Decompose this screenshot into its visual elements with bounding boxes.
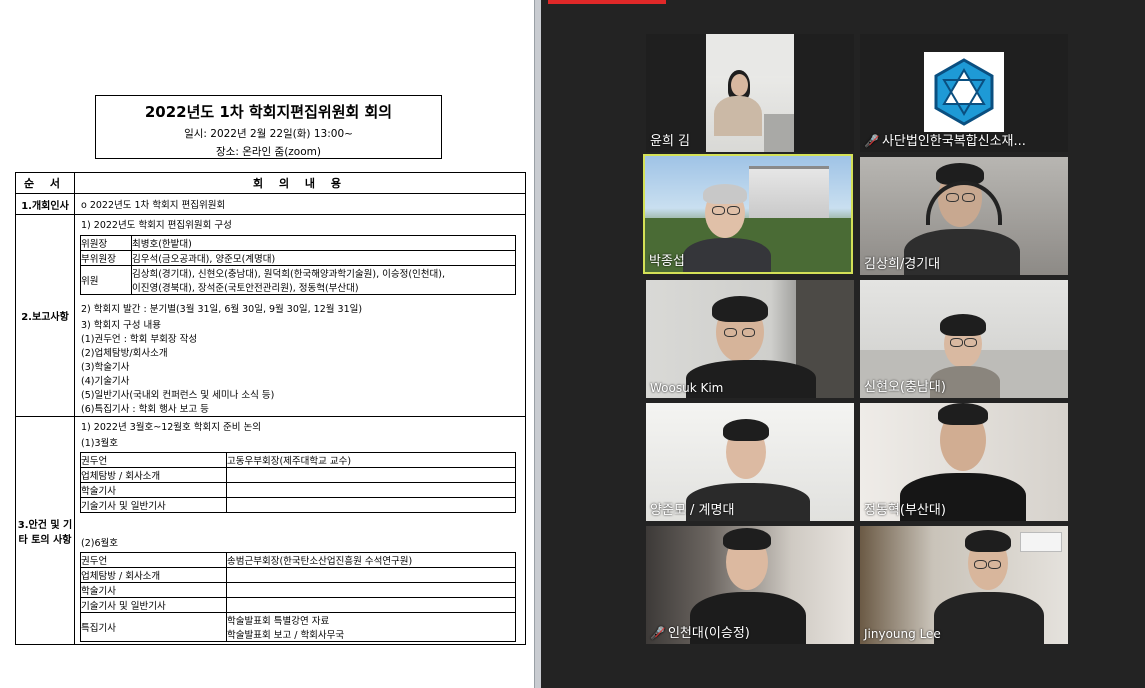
microphone-muted-icon: 🎤̸ — [650, 626, 665, 640]
march-value — [226, 482, 516, 498]
recording-indicator-bar — [548, 0, 666, 4]
march-key: 업체탐방 / 회사소개 — [80, 467, 227, 483]
video-tile[interactable]: Woosuk Kim — [646, 280, 854, 398]
march-table: 권두언 고동우부회장(제주대학교 교수) 업체탐방 / 회사소개 학술기사 기술기… — [80, 452, 516, 513]
section-line: (6)특집기사 : 학회 행사 보고 등 — [81, 404, 209, 415]
section-line: (1)권두언 : 학회 부회장 작성 — [81, 334, 198, 345]
march-key: 기술기사 및 일반기사 — [80, 497, 227, 513]
participant-name-row: 🎤̸ 사단법인한국복합신소재... — [864, 130, 1026, 149]
section-line: (1)3월호 — [81, 438, 118, 449]
section-line: 3) 학회지 구성 내용 — [81, 320, 161, 331]
committee-role: 부위원장 — [80, 250, 132, 266]
split-divider[interactable] — [534, 0, 541, 688]
june-table: 권두언 송범근부회장(한국탄소산업진흥원 수석연구원) 업체탐방 / 회사소개 학… — [80, 552, 516, 642]
video-tile-active[interactable]: 박종섭 — [643, 154, 853, 274]
header-content: 회 의 내 용 — [74, 172, 526, 194]
committee-members: 김상희(경기대), 신현오(충남대), 원덕희(한국해양과학기술원), 이승정(… — [132, 269, 445, 280]
committee-members-cont: 이진영(경북대), 장석준(국토안전관리원), 정동혁(부산대) — [132, 283, 359, 294]
june-value: 학술발표회 특별강연 자료 — [227, 616, 330, 627]
video-tile[interactable]: 김상희/경기대 — [860, 157, 1068, 275]
section-line: (4)기술기사 — [81, 376, 130, 387]
section-name: 3.안건 및 기타 토의 사항 — [15, 416, 75, 645]
participant-name: 인천대(이승정) — [667, 626, 750, 641]
meeting-title: 2022년도 1차 학회지편집위원회 회의 — [144, 103, 393, 121]
march-key: 학술기사 — [80, 482, 227, 498]
video-tile[interactable]: 🎤̸ 인천대(이승정) — [646, 526, 854, 644]
june-key: 업체탐방 / 회사소개 — [80, 567, 227, 583]
section-line: (5)일반기사(국내외 컨퍼런스 및 세미나 소식 등) — [81, 390, 275, 401]
section-line: (2)6월호 — [81, 538, 118, 549]
participant-name: 신현오(충남대) — [864, 380, 946, 395]
june-value — [226, 597, 516, 613]
june-key: 학술기사 — [80, 582, 227, 598]
video-tile[interactable]: 신현오(충남대) — [860, 280, 1068, 398]
participant-name: 윤희 김 — [650, 134, 691, 149]
video-tile[interactable]: 양준모 / 계명대 — [646, 403, 854, 521]
microphone-muted-icon: 🎤̸ — [864, 134, 879, 148]
participant-name-row: 🎤̸ 인천대(이승정) — [650, 622, 750, 641]
march-key: 권두언 — [80, 452, 227, 468]
march-value: 고동우부회장(제주대학교 교수) — [226, 452, 516, 468]
section-line: (3)학술기사 — [81, 362, 130, 373]
june-key: 기술기사 및 일반기사 — [80, 597, 227, 613]
video-tile[interactable]: 정동혁(부산대) — [860, 403, 1068, 521]
committee-table: 위원장 최병호(한밭대) 부위원장 김우석(금오공과대), 양준모(계명대) 위원 김… — [80, 235, 516, 295]
participant-name: 박종섭 — [649, 254, 685, 269]
june-value — [226, 582, 516, 598]
june-value: 송범근부회장(한국탄소산업진흥원 수석연구원) — [226, 552, 516, 568]
section-line: 2) 학회지 발간 : 분기별(3월 31일, 6월 30일, 9월 30일, … — [81, 304, 363, 315]
june-value — [226, 567, 516, 583]
participant-name: 김상희/경기대 — [864, 257, 941, 272]
march-value — [226, 467, 516, 483]
committee-role: 위원 — [80, 265, 132, 295]
section-name: 1.개회인사 — [15, 193, 75, 215]
shared-document: 2022년도 1차 학회지편집위원회 회의 일시: 2022년 2월 22일(화… — [0, 0, 534, 688]
agenda-table: 순 서 회 의 내 용 1.개회인사 o 2022년도 1차 학회지 편집위원회… — [15, 172, 526, 645]
meeting-title-box: 2022년도 1차 학회지편집위원회 회의 일시: 2022년 2월 22일(화… — [95, 95, 442, 159]
section-line: (2)업체탐방/회사소개 — [81, 348, 168, 359]
participant-name: 사단법인한국복합신소재... — [881, 134, 1026, 149]
march-value — [226, 497, 516, 513]
video-tile[interactable]: 윤희 김 — [646, 34, 854, 152]
committee-members: 최병호(한밭대) — [131, 235, 516, 251]
june-key: 권두언 — [80, 552, 227, 568]
section-line: o 2022년도 1차 학회지 편집위원회 — [81, 200, 226, 211]
hexagon-logo-icon — [934, 58, 994, 126]
video-tile[interactable]: 🎤̸ 사단법인한국복합신소재... — [860, 34, 1068, 152]
participant-name: 양준모 / 계명대 — [650, 503, 735, 518]
committee-role: 위원장 — [80, 235, 132, 251]
meeting-place: 장소: 온라인 줌(zoom) — [216, 146, 321, 158]
section-line: 1) 2022년 3월호~12월호 학회지 준비 논의 — [81, 422, 261, 433]
june-value-cont: 학술발표회 보고 / 학회사무국 — [227, 630, 345, 641]
header-order: 순 서 — [15, 172, 75, 194]
june-key: 특집기사 — [80, 612, 227, 642]
participant-name: Jinyoung Lee — [864, 627, 941, 641]
section-line: 1) 2022년도 학회지 편집위원회 구성 — [81, 220, 232, 231]
participant-name: 정동혁(부산대) — [864, 503, 946, 518]
participant-name: Woosuk Kim — [650, 381, 724, 395]
section-name: 2.보고사항 — [15, 214, 75, 417]
meeting-date: 일시: 2022년 2월 22일(화) 13:00~ — [184, 128, 353, 140]
committee-members: 김우석(금오공과대), 양준모(계명대) — [131, 250, 516, 266]
video-tile[interactable]: Jinyoung Lee — [860, 526, 1068, 644]
